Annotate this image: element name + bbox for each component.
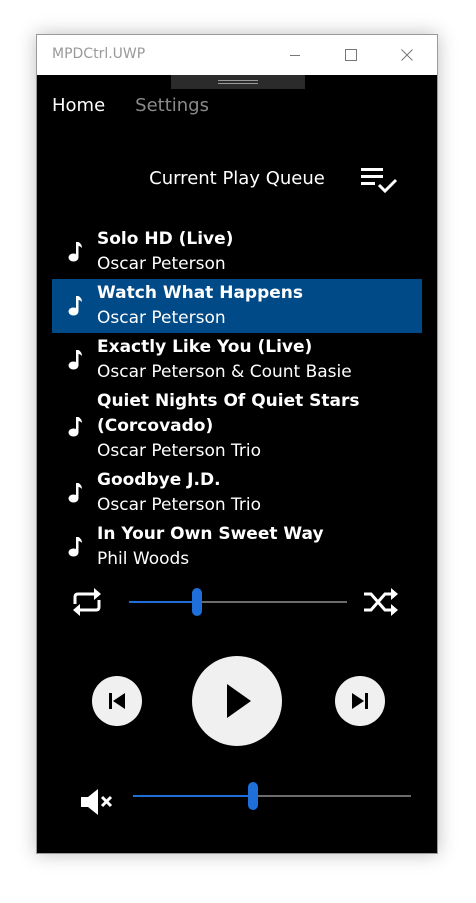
maximize-icon — [345, 49, 357, 61]
shuffle-icon — [364, 588, 398, 616]
minimize-icon — [290, 55, 300, 56]
queue-item-text: Exactly Like You (Live) Oscar Peterson & … — [97, 335, 422, 385]
music-note-icon — [52, 295, 97, 317]
previous-button[interactable] — [92, 676, 142, 726]
play-button[interactable] — [192, 656, 282, 746]
music-note-icon — [52, 416, 97, 438]
queue-item-text: Watch What Happens Oscar Peterson — [97, 281, 422, 331]
seek-slider[interactable] — [129, 588, 347, 616]
song-title: Solo HD (Live) — [97, 229, 234, 249]
queue-check-icon — [361, 168, 398, 194]
window-title: MPDCtrl.UWP — [52, 46, 146, 62]
song-title: Quiet Nights Of Quiet Stars (Corcovado) — [97, 391, 360, 436]
song-artist: Oscar Peterson Trio — [97, 495, 262, 515]
queue-item[interactable]: Goodbye J.D. Oscar Peterson Trio — [52, 466, 422, 520]
repeat-button[interactable] — [67, 584, 107, 620]
playback-controls — [37, 653, 437, 753]
mute-icon — [81, 789, 113, 815]
shuffle-button[interactable] — [361, 584, 401, 620]
queue-item[interactable]: Exactly Like You (Live) Oscar Peterson & … — [52, 333, 422, 387]
song-artist: Phil Woods — [97, 549, 190, 569]
repeat-icon — [73, 588, 101, 616]
close-icon — [401, 49, 413, 61]
nav-tabs: Home Settings — [52, 95, 209, 116]
song-artist: Oscar Peterson Trio — [97, 441, 262, 461]
queue-item-text: Quiet Nights Of Quiet Stars (Corcovado) O… — [97, 389, 422, 464]
play-queue-list[interactable]: Solo HD (Live) Oscar Peterson Watch What H… — [52, 225, 422, 574]
maximize-button[interactable] — [323, 35, 379, 75]
volume-row — [37, 780, 437, 824]
play-icon — [227, 684, 251, 718]
song-title: Exactly Like You (Live) — [97, 337, 313, 357]
queue-item[interactable]: Quiet Nights Of Quiet Stars (Corcovado) O… — [52, 387, 422, 466]
queue-item[interactable]: In Your Own Sweet Way Phil Woods — [52, 520, 422, 574]
queue-item-text: Solo HD (Live) Oscar Peterson — [97, 227, 422, 277]
seek-row — [37, 580, 437, 624]
volume-thumb[interactable] — [247, 782, 258, 810]
queue-item-text: In Your Own Sweet Way Phil Woods — [97, 522, 422, 572]
seek-progress — [129, 601, 197, 603]
queue-item[interactable]: Solo HD (Live) Oscar Peterson — [52, 225, 422, 279]
volume-slider[interactable] — [133, 782, 411, 810]
previous-icon — [109, 693, 125, 709]
tab-home[interactable]: Home — [52, 95, 105, 116]
song-title: In Your Own Sweet Way — [97, 524, 324, 544]
song-artist: Oscar Peterson & Count Basie — [97, 362, 352, 382]
song-title: Watch What Happens — [97, 283, 304, 303]
song-artist: Oscar Peterson — [97, 308, 226, 328]
song-title: Goodbye J.D. — [97, 470, 221, 490]
next-icon — [352, 693, 368, 709]
queue-select-button[interactable] — [359, 162, 403, 198]
drag-handle[interactable] — [171, 75, 305, 89]
title-bar[interactable]: MPDCtrl.UWP — [37, 35, 437, 75]
seek-thumb[interactable] — [191, 588, 202, 616]
queue-item[interactable]: Watch What Happens Oscar Peterson — [52, 279, 422, 333]
music-note-icon — [52, 241, 97, 263]
queue-item-text: Goodbye J.D. Oscar Peterson Trio — [97, 468, 422, 518]
minimize-button[interactable] — [267, 35, 323, 75]
music-note-icon — [52, 482, 97, 504]
song-artist: Oscar Peterson — [97, 254, 226, 274]
tab-settings[interactable]: Settings — [135, 95, 209, 116]
music-note-icon — [52, 349, 97, 371]
mute-button[interactable] — [75, 784, 119, 820]
music-note-icon — [52, 536, 97, 558]
next-button[interactable] — [335, 676, 385, 726]
app-window: MPDCtrl.UWP Home Settings Current Play Q… — [36, 34, 438, 854]
close-button[interactable] — [379, 35, 435, 75]
volume-level — [133, 795, 253, 797]
